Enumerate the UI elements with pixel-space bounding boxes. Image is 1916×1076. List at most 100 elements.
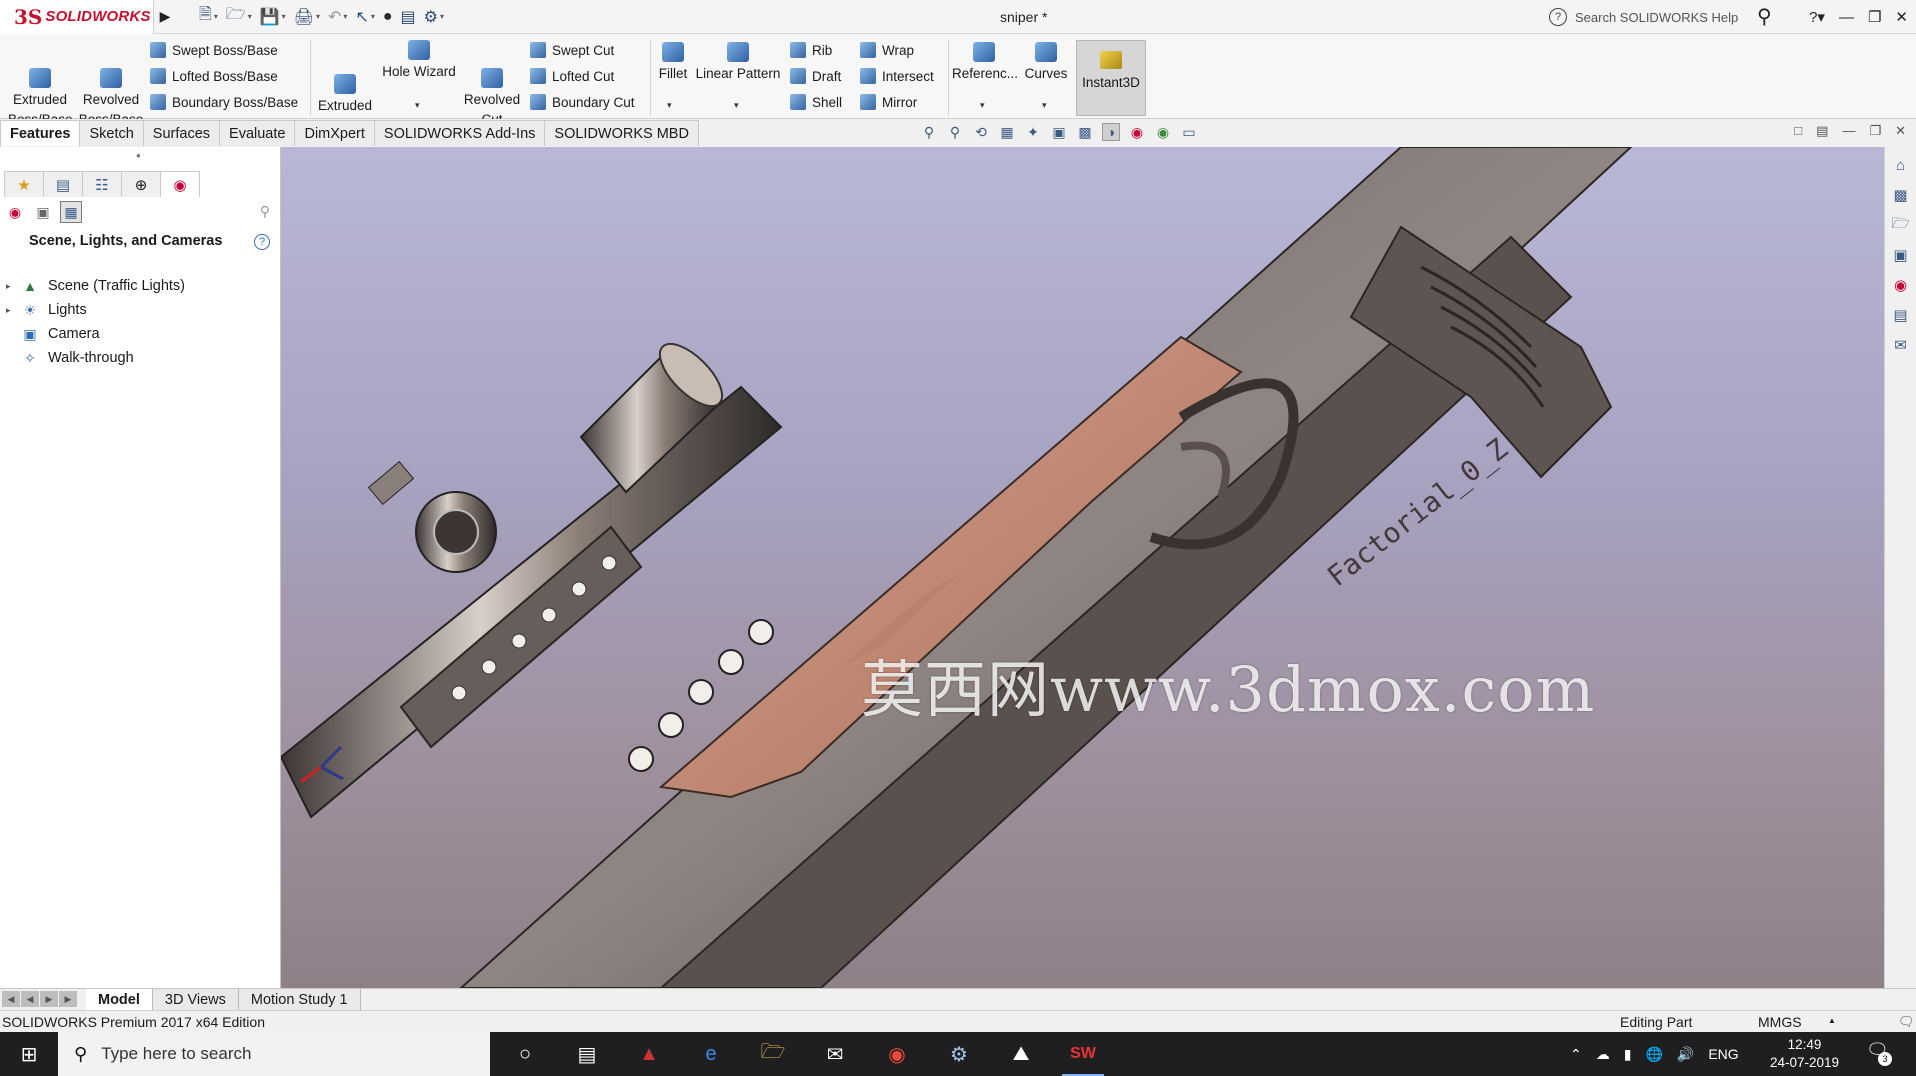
volume-icon[interactable]: 🔊 (1677, 1046, 1694, 1063)
tree-item-walkthrough[interactable]: ✧ Walk-through (6, 346, 185, 370)
open-folder-icon[interactable]: 🗁 ▾ (223, 4, 255, 30)
menu-expand-arrow-icon[interactable]: ▶ (154, 0, 176, 34)
rib-button[interactable]: Rib (790, 42, 832, 58)
solidworks-taskbar-icon[interactable]: SW (1052, 1032, 1114, 1076)
revolved-cut-button[interactable]: Revolved Cut (462, 48, 522, 130)
view-palette-icon[interactable]: ▣ (1889, 243, 1913, 267)
property-manager-tab-icon[interactable]: ▤ (43, 171, 83, 197)
unit-system-selector[interactable]: MMGS (1758, 1014, 1802, 1030)
tab-dimxpert[interactable]: DimXpert (294, 120, 375, 146)
swept-cut-button[interactable]: Swept Cut (530, 42, 614, 58)
boundary-cut-button[interactable]: Boundary Cut (530, 94, 635, 110)
tree-item-scene[interactable]: ▸ ▲ Scene (Traffic Lights) (6, 274, 185, 298)
close-icon[interactable]: ✕ (1895, 8, 1908, 26)
save-icon[interactable]: 💾 ▾ (257, 4, 289, 30)
dimxpert-manager-tab-icon[interactable]: ⊕ (121, 171, 161, 197)
appearances-icon[interactable]: ◉ (4, 201, 26, 223)
section-view-icon[interactable]: ▦ (998, 123, 1016, 141)
cortana-icon[interactable]: ○ (494, 1032, 556, 1076)
mail-icon[interactable]: ✉ (804, 1032, 866, 1076)
display-manager-tab-icon[interactable]: ◉ (160, 171, 200, 197)
display-style-icon[interactable]: ▩ (1076, 123, 1094, 141)
panel-help-icon[interactable]: ? (254, 234, 270, 250)
help-menu-icon[interactable]: ?▾ (1809, 8, 1825, 26)
task-view-icon[interactable]: ▤ (556, 1032, 618, 1076)
file-explorer-icon[interactable]: 🗁 (1889, 213, 1913, 237)
language-indicator[interactable]: ENG (1708, 1046, 1738, 1062)
next-tab-icon[interactable]: ▶ (40, 991, 58, 1007)
select-arrow-icon[interactable]: ↖ ▾ (352, 4, 377, 30)
curves-dropdown-icon[interactable]: ▾ (1042, 100, 1047, 111)
onedrive-icon[interactable]: ☁ (1596, 1046, 1610, 1063)
viewport-close-icon[interactable]: ✕ (1895, 123, 1906, 139)
design-library-icon[interactable]: ▩ (1889, 183, 1913, 207)
action-center-icon[interactable]: 🗨 3 (1866, 1040, 1892, 1066)
fillet-button[interactable]: Fillet (652, 42, 694, 84)
edge-browser-icon[interactable]: e (680, 1032, 742, 1076)
search-icon[interactable]: ⚲ (1757, 4, 1772, 29)
windows-start-icon[interactable]: ⊞ (0, 1032, 58, 1076)
first-tab-icon[interactable]: ◀ (2, 991, 20, 1007)
zoom-to-fit-icon[interactable]: ⚲ (920, 123, 938, 141)
tab-motion-study[interactable]: Motion Study 1 (238, 989, 361, 1011)
appearances-scenes-icon[interactable]: ◉ (1889, 273, 1913, 297)
photos-icon[interactable]: ⛰ (990, 1032, 1052, 1076)
last-tab-icon[interactable]: ▶ (59, 991, 77, 1007)
panel-splitter-handle[interactable]: ● (136, 151, 141, 160)
tab-surfaces[interactable]: Surfaces (142, 120, 221, 146)
hole-wizard-button[interactable]: Hole Wizard (380, 40, 458, 82)
network-globe-icon[interactable]: 🌐 (1645, 1046, 1662, 1063)
draft-button[interactable]: Draft (790, 68, 841, 84)
viewport-split-icon[interactable]: ▤ (1816, 123, 1828, 139)
rebuild-traffic-light-icon[interactable]: ● (380, 4, 396, 30)
previous-tab-icon[interactable]: ◀ (21, 991, 39, 1007)
taskbar-search-input[interactable] (101, 1044, 462, 1064)
previous-view-icon[interactable]: ⟲ (972, 123, 990, 141)
viewport-restore-icon[interactable]: ❐ (1869, 123, 1881, 139)
scene-lights-cameras-icon[interactable]: ▦ (60, 201, 82, 223)
lofted-cut-button[interactable]: Lofted Cut (530, 68, 614, 84)
tab-sketch[interactable]: Sketch (79, 120, 144, 146)
help-question-icon[interactable]: ? (1549, 8, 1567, 26)
file-explorer-icon[interactable]: 🗁 (742, 1032, 804, 1076)
viewport-minimize-icon[interactable]: — (1842, 123, 1855, 139)
tree-item-lights[interactable]: ▸ ☀ Lights (6, 298, 185, 322)
curves-button[interactable]: Curves (1020, 42, 1072, 84)
lofted-boss-button[interactable]: Lofted Boss/Base (150, 68, 278, 84)
custom-properties-icon[interactable]: ▤ (1889, 303, 1913, 327)
new-document-icon[interactable]: 🗎 ▾ (196, 4, 221, 30)
reference-dropdown-icon[interactable]: ▾ (980, 100, 985, 111)
minimize-icon[interactable]: — (1839, 9, 1854, 26)
revolved-boss-button[interactable]: Revolved Boss/Base (78, 48, 144, 130)
tab-features[interactable]: Features (0, 120, 81, 146)
undo-icon[interactable]: ↶ ▾ (325, 4, 350, 30)
wrap-button[interactable]: Wrap (860, 42, 914, 58)
game-app-icon[interactable]: ▲ (618, 1032, 680, 1076)
graphics-area[interactable]: Factorial_0_Z 莫西网www.3dmox.com (281, 147, 1884, 988)
solidworks-resources-icon[interactable]: ⌂ (1889, 153, 1913, 177)
reference-geometry-button[interactable]: Referenc... (952, 42, 1018, 84)
print-icon[interactable]: 🖨 ▾ (291, 4, 323, 30)
dynamic-annotation-icon[interactable]: ✦ (1024, 123, 1042, 141)
steam-icon[interactable]: ⚙ (928, 1032, 990, 1076)
filter-icon[interactable]: ⚲ (260, 203, 270, 220)
apply-scene-icon[interactable]: ◉ (1154, 123, 1172, 141)
tab-3d-views[interactable]: 3D Views (152, 989, 239, 1011)
forum-icon[interactable]: ✉ (1889, 333, 1913, 357)
fillet-dropdown-icon[interactable]: ▾ (667, 100, 672, 111)
file-properties-icon[interactable]: ▤ (398, 4, 419, 30)
tab-addins[interactable]: SOLIDWORKS Add-Ins (373, 120, 546, 146)
linear-pattern-dropdown-icon[interactable]: ▾ (734, 100, 739, 111)
swept-boss-button[interactable]: Swept Boss/Base (150, 42, 278, 58)
view-settings-icon[interactable]: ▭ (1180, 123, 1198, 141)
chrome-icon[interactable]: ◉ (866, 1032, 928, 1076)
view-orientation-icon[interactable]: ▣ (1050, 123, 1068, 141)
taskbar-clock[interactable]: 12:49 24-07-2019 (1770, 1036, 1839, 1072)
options-gear-icon[interactable]: ⚙ ▾ (421, 4, 447, 30)
edit-appearance-icon[interactable]: ◉ (1128, 123, 1146, 141)
sniper-rifle-model[interactable] (281, 147, 1884, 988)
extruded-boss-button[interactable]: Extruded Boss/Base (8, 48, 73, 130)
tab-evaluate[interactable]: Evaluate (219, 120, 296, 146)
shell-button[interactable]: Shell (790, 94, 842, 110)
tab-mbd[interactable]: SOLIDWORKS MBD (544, 120, 699, 146)
